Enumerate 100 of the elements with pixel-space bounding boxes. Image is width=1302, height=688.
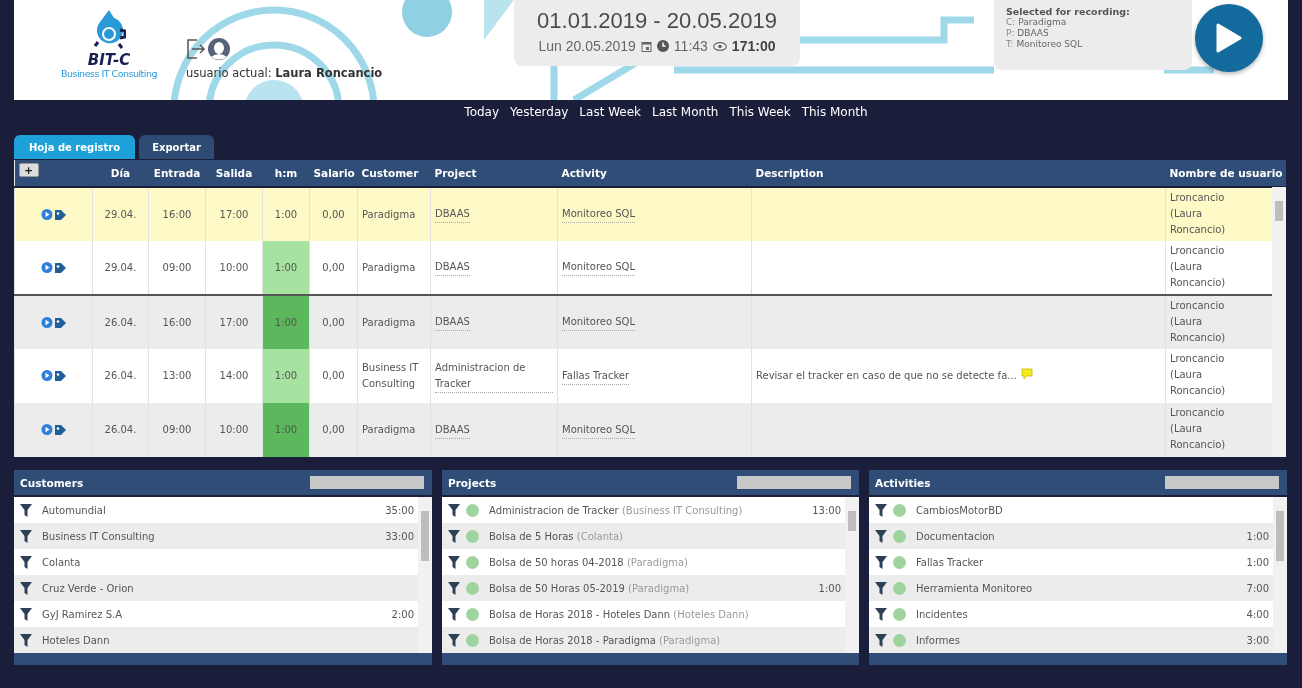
status-dot-icon — [466, 529, 479, 543]
filter-icon[interactable] — [20, 503, 32, 517]
filter-icon[interactable] — [448, 555, 460, 569]
list-item[interactable]: Administracion de Tracker (Business IT Consulting) — [489, 504, 807, 516]
filter-icon[interactable] — [448, 633, 460, 647]
filter-icon[interactable] — [20, 555, 32, 569]
list-item[interactable]: Fallas Tracker — [916, 556, 1241, 568]
filter-icon[interactable] — [875, 555, 887, 569]
activity-link[interactable]: Monitoreo SQL — [562, 421, 636, 439]
recording-prefix: C: — [1006, 17, 1016, 27]
scrollbar[interactable] — [1273, 497, 1287, 653]
activity-link[interactable]: Monitoreo SQL — [562, 259, 636, 276]
add-button[interactable]: + — [18, 163, 39, 177]
list-item[interactable]: GyJ Ramirez S.A — [42, 608, 386, 620]
row-actions-icon[interactable] — [40, 423, 67, 436]
project-link[interactable]: Administracion de Tracker — [435, 359, 553, 393]
table-cell: 1:00 — [262, 295, 310, 349]
status-dot-icon — [893, 555, 906, 569]
table-cell: 1:00 — [262, 403, 310, 457]
scrollbar[interactable] — [418, 497, 432, 653]
list-item[interactable]: Business IT Consulting — [42, 530, 380, 542]
project-link[interactable]: DBAAS — [435, 259, 470, 276]
quick-range-link[interactable]: This Month — [801, 105, 868, 119]
quick-range-link[interactable]: Yesterday — [510, 105, 569, 119]
row-actions-icon[interactable] — [40, 316, 67, 329]
status-dot-icon — [893, 633, 906, 647]
column-header: h:m — [274, 167, 298, 179]
row-actions-icon[interactable] — [40, 208, 67, 221]
filter-icon[interactable] — [20, 633, 32, 647]
filter-icon[interactable] — [20, 581, 32, 595]
description-text: Revisar el tracker en caso de que no se detecte fa... — [756, 370, 1017, 381]
column-header: Customer — [361, 167, 419, 179]
panel-title: Activities — [875, 476, 931, 489]
quick-range-link[interactable]: Last Month — [652, 105, 719, 119]
tab[interactable]: Exportar — [139, 135, 214, 159]
list-item[interactable]: Herramienta Monitoreo — [916, 582, 1241, 594]
project-link[interactable]: DBAAS — [435, 421, 470, 439]
column-header: Nombre de usuario — [1169, 167, 1283, 179]
filter-icon[interactable] — [448, 581, 460, 595]
list-item[interactable]: Bolsa de Horas 2018 - Hoteles Dann (Hoteles Dann) — [489, 608, 841, 620]
list-item[interactable]: Informes — [916, 634, 1241, 646]
play-button[interactable] — [1195, 4, 1263, 72]
project-link[interactable]: DBAAS — [435, 206, 470, 223]
search-field[interactable] — [737, 476, 851, 489]
list-item[interactable]: Bolsa de 50 Horas 05-2019 (Paradigma) — [489, 582, 813, 594]
column-header: Activity — [561, 167, 607, 179]
row-actions-icon[interactable] — [40, 261, 67, 274]
play-icon — [1216, 23, 1242, 53]
scrollbar[interactable] — [845, 497, 859, 653]
quick-range-link[interactable]: Last Week — [579, 105, 642, 119]
search-field[interactable] — [1165, 476, 1279, 489]
calendar-icon[interactable] — [640, 40, 652, 52]
date-range-text: 01.01.2019 - 20.05.2019 — [537, 8, 777, 34]
logo-text: BIT-C — [87, 52, 131, 68]
panel-title: Projects — [448, 476, 497, 489]
activity-link[interactable]: Monitoreo SQL — [562, 314, 636, 331]
filter-icon[interactable] — [20, 529, 32, 543]
filter-icon[interactable] — [20, 607, 32, 621]
column-header: Día — [110, 167, 131, 179]
table-cell: 09:00 — [148, 241, 206, 295]
quick-range-link[interactable]: Today — [464, 105, 500, 119]
quick-range-link[interactable]: This Week — [729, 105, 791, 119]
column-header: Description — [755, 167, 824, 179]
filter-icon[interactable] — [448, 529, 460, 543]
logout-icon[interactable] — [186, 38, 206, 60]
row-actions-icon[interactable] — [40, 369, 67, 382]
project-link[interactable]: DBAAS — [435, 314, 470, 331]
item-hours: 33:00 — [385, 530, 414, 542]
search-field[interactable] — [310, 476, 424, 489]
status-dot-icon — [466, 555, 479, 569]
filter-icon[interactable] — [875, 581, 887, 595]
table-cell: 29.04. — [92, 241, 149, 295]
filter-icon[interactable] — [448, 503, 460, 517]
item-hours: 1:00 — [818, 582, 841, 594]
filter-icon[interactable] — [875, 529, 887, 543]
filter-icon[interactable] — [875, 633, 887, 647]
list-item[interactable]: Incidentes — [916, 608, 1241, 620]
status-dot-icon — [893, 581, 906, 595]
filter-icon[interactable] — [875, 607, 887, 621]
column-header: Project — [434, 167, 477, 179]
table-cell: 09:00 — [148, 403, 206, 457]
today-date: Lun 20.05.2019 — [538, 38, 636, 54]
clock-icon — [656, 40, 669, 52]
recording-value: DBAAS — [1017, 28, 1049, 38]
current-user-text: usuario actual: Laura Roncancio — [186, 66, 383, 80]
item-hours: 1:00 — [1246, 530, 1269, 542]
filter-icon[interactable] — [875, 503, 887, 517]
list-item[interactable]: Documentacion — [916, 530, 1241, 542]
list-item[interactable]: Colanta — [42, 556, 414, 568]
table-cell: Paradigma — [357, 403, 431, 457]
list-item[interactable]: Bolsa de 50 horas 04-2018 (Paradigma) — [489, 556, 841, 568]
panel-title: Customers — [20, 476, 84, 489]
filter-icon[interactable] — [448, 607, 460, 621]
scrollbar[interactable] — [1272, 187, 1286, 457]
recording-prefix: P: — [1006, 28, 1015, 38]
list-item[interactable]: CambiosMotorBD — [916, 504, 1269, 516]
list-item[interactable]: Automundial — [42, 504, 380, 516]
activity-link[interactable]: Fallas Tracker — [562, 367, 630, 385]
activity-link[interactable]: Monitoreo SQL — [562, 206, 636, 223]
status-dot-icon — [893, 503, 906, 517]
